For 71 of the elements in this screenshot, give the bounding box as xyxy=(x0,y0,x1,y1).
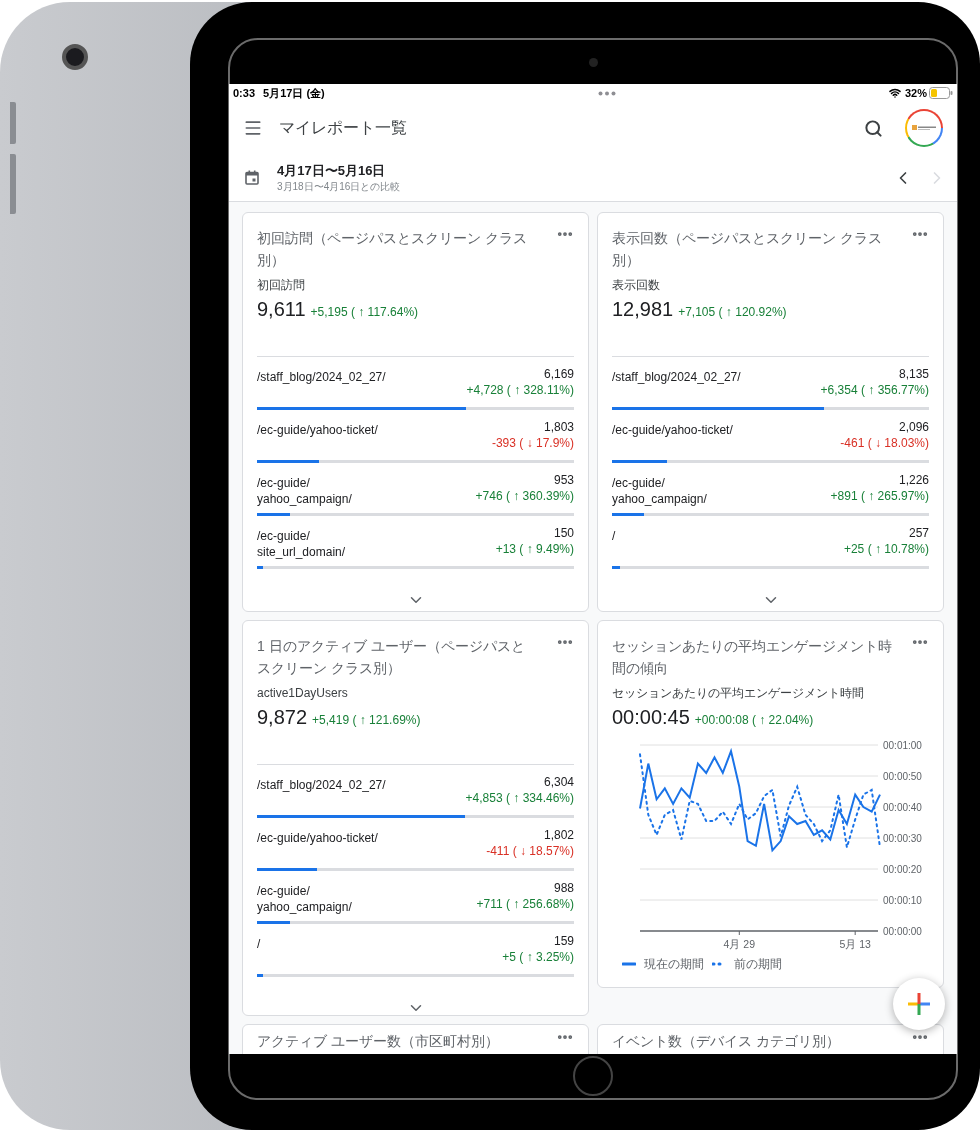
metric-change: +5,419 ( ↑ 121.69%) xyxy=(312,712,421,729)
metric-value: 9,611 xyxy=(257,297,306,321)
legend-label: 前の期間 xyxy=(734,956,782,973)
page-path: / xyxy=(612,528,616,544)
row-change: +891 ( ↑ 265.97%) xyxy=(830,488,929,504)
card-title: 1 日のアクティブ ユーザー（ページパスとスクリーン クラス別） xyxy=(257,637,526,678)
axis-label: 5月 13 xyxy=(839,938,871,950)
battery-percent: 32% xyxy=(904,85,927,101)
row-value: 150 xyxy=(553,526,574,541)
page-path: /ec-guide/yahoo_campaign/ xyxy=(612,475,708,507)
page-path: /staff_blog/2024_02_27/ xyxy=(257,777,386,793)
axis-label: 00:00:00 xyxy=(883,926,922,937)
metric-change: +5,195 ( ↑ 117.64%) xyxy=(310,304,419,321)
row-change: +711 ( ↑ 256.68%) xyxy=(476,896,574,912)
card-title: アクティブ ユーザー数（市区町村別） xyxy=(257,1032,499,1051)
metric-change: +7,105 ( ↑ 120.92%) xyxy=(678,304,787,321)
axis-label: 00:00:20 xyxy=(883,864,922,875)
status-time: 0:33 xyxy=(233,85,256,101)
metric-label: 初回訪問 xyxy=(257,278,306,293)
axis-label: 4月 29 xyxy=(723,938,756,950)
axis-label: 00:00:10 xyxy=(883,895,922,906)
card-title: 初回訪問（ページパスとスクリーン クラス別） xyxy=(257,229,528,270)
page-title: マイレポート一覧 xyxy=(279,118,407,138)
page-path: / xyxy=(257,936,261,952)
metric-label: 表示回数 xyxy=(612,278,661,293)
axis-label: 00:00:30 xyxy=(883,833,922,844)
row-value: 257 xyxy=(908,526,929,541)
legend-label: 現在の期間 xyxy=(644,956,704,973)
row-value: 6,304 xyxy=(543,775,574,790)
row-change: -393 ( ↓ 17.9%) xyxy=(491,435,574,451)
row-value: 1,803 xyxy=(543,420,574,435)
page-path: /ec-guide/yahoo-ticket/ xyxy=(257,422,378,438)
metric-value: 00:00:45 xyxy=(612,705,690,729)
date-range[interactable]: 4月17日〜5月16日 xyxy=(277,161,401,180)
row-value: 1,226 xyxy=(898,473,929,488)
metric-change: +00:00:08 ( ↑ 22.04%) xyxy=(694,712,814,729)
row-value: 159 xyxy=(553,934,574,949)
page-path: /ec-guide/yahoo_campaign/ xyxy=(257,883,353,915)
axis-label: 00:00:50 xyxy=(883,771,922,782)
metric-value: 9,872 xyxy=(257,705,308,729)
row-value: 6,169 xyxy=(543,367,574,382)
page-path: /staff_blog/2024_02_27/ xyxy=(257,369,386,385)
row-change: +25 ( ↑ 10.78%) xyxy=(843,541,929,557)
row-change: +5 ( ↑ 3.25%) xyxy=(502,949,574,965)
metric-value: 12,981 xyxy=(612,297,674,321)
row-value: 8,135 xyxy=(898,367,929,382)
row-value: 988 xyxy=(553,881,574,896)
comparison-range: 3月18日〜4月16日との比較 xyxy=(277,179,401,194)
row-change: +6,354 ( ↑ 356.77%) xyxy=(820,382,929,398)
page-path: /ec-guide/yahoo-ticket/ xyxy=(612,422,733,438)
status-date: 5月17日 (金) xyxy=(263,85,325,101)
row-value: 953 xyxy=(553,473,574,488)
page-path: /ec-guide/yahoo-ticket/ xyxy=(257,830,378,846)
row-change: -411 ( ↓ 18.57%) xyxy=(486,843,574,859)
page-path: /ec-guide/yahoo_campaign/ xyxy=(257,475,353,507)
row-value: 2,096 xyxy=(898,420,929,435)
row-change: -461 ( ↓ 18.03%) xyxy=(840,435,929,451)
page-path: /staff_blog/2024_02_27/ xyxy=(612,369,741,385)
row-change: +4,728 ( ↑ 328.11%) xyxy=(466,382,574,398)
row-change: +13 ( ↑ 9.49%) xyxy=(495,541,574,557)
row-change: +746 ( ↑ 360.39%) xyxy=(475,488,574,504)
card-title: イベント数（デバイス カテゴリ別） xyxy=(612,1032,840,1051)
metric-label: active1DayUsers xyxy=(257,686,349,701)
row-value: 1,802 xyxy=(543,828,574,843)
metric-label: セッションあたりの平均エンゲージメント時間 xyxy=(612,686,865,701)
card-title: 表示回数（ページパスとスクリーン クラス別） xyxy=(612,229,883,270)
card-title: セッションあたりの平均エンゲージメント時間の傾向 xyxy=(612,637,892,678)
axis-label: 00:01:00 xyxy=(883,740,922,751)
page-path: /ec-guide/site_url_domain/ xyxy=(257,528,347,560)
axis-label: 00:00:40 xyxy=(883,802,922,813)
row-change: +4,853 ( ↑ 334.46%) xyxy=(465,790,574,806)
